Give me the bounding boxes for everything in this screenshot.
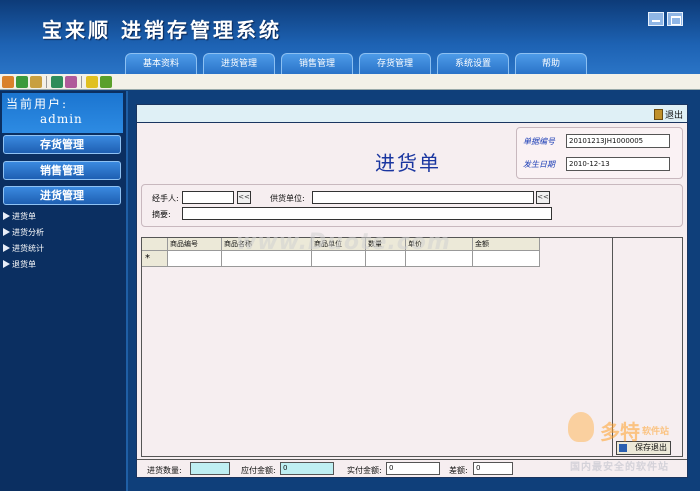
sidebar-section-sales[interactable]: 销售管理 (3, 161, 121, 180)
toolbar (0, 74, 700, 90)
current-user-name: admin (40, 112, 83, 126)
table-cell[interactable] (168, 251, 222, 267)
watermark-brand: 多特 (600, 420, 640, 444)
paid-label: 实付金额: (347, 466, 382, 475)
document-meta-box: 单据编号 20101213JH1000005 发生日期 2010-12-13 (516, 127, 683, 179)
summary-input[interactable] (182, 207, 552, 220)
watermark-tagline: 国内最安全的软件站 (570, 462, 669, 473)
panel-topbar: 退出 (137, 105, 687, 123)
people-icon[interactable] (51, 75, 63, 88)
maximize-icon[interactable] (667, 12, 683, 26)
watermark-brand-sub: 软件站 (642, 427, 670, 437)
page-title: 进货单 (375, 151, 441, 175)
qty-field[interactable] (190, 462, 230, 475)
arrow-icon (3, 260, 10, 268)
column-header[interactable]: 金额 (473, 238, 540, 251)
refresh-icon[interactable] (16, 75, 28, 88)
sidebar-section-inventory[interactable]: 存货管理 (3, 135, 121, 154)
new-row-marker: * (142, 251, 168, 267)
paid-field[interactable]: 0 (386, 462, 440, 475)
order-form: 经手人: << 供货单位: << 摘要: (141, 184, 683, 227)
date-field[interactable]: 2010-12-13 (566, 157, 670, 171)
arrow-icon (3, 212, 10, 220)
payable-label: 应付金额: (241, 466, 276, 475)
minimize-icon[interactable] (648, 12, 664, 26)
menu-settings[interactable]: 系统设置 (437, 53, 509, 74)
sidebar-list: 进货单 进货分析 进货统计 退货单 (3, 208, 44, 272)
menu-help[interactable]: 帮助 (515, 53, 587, 74)
home-icon[interactable] (2, 75, 14, 88)
sidebar-item-label: 退货单 (12, 259, 36, 269)
doc-no-label: 单据编号 (523, 137, 555, 146)
sidebar-item-label: 进货分析 (12, 227, 44, 237)
summary-label: 摘要: (152, 210, 171, 219)
items-grid: 商品编号 商品名称 商品单位 数量 单价 金额 * (141, 237, 613, 457)
star-icon[interactable] (86, 75, 98, 88)
exit-label: 退出 (664, 111, 683, 121)
arrow-icon (3, 244, 10, 252)
diff-label: 差额: (449, 466, 468, 475)
table-cell[interactable] (473, 251, 540, 267)
toolbar-divider (46, 75, 47, 88)
watermark-duote: www.Duote.com (236, 230, 451, 255)
mascot-icon (568, 412, 594, 442)
app-title: 宝来顺 进销存管理系统 (42, 18, 282, 42)
sidebar-item-purchase-analysis[interactable]: 进货分析 (3, 224, 44, 240)
header: 宝来顺 进销存管理系统 基本资料 进货管理 销售管理 存货管理 系统设置 帮助 (0, 0, 700, 74)
menu-sales[interactable]: 销售管理 (281, 53, 353, 74)
supplier-label: 供货单位: (270, 194, 305, 203)
edit-icon[interactable] (65, 75, 77, 88)
column-header[interactable]: 商品编号 (168, 238, 222, 251)
sidebar-item-return-order[interactable]: 退货单 (3, 256, 44, 272)
supplier-input[interactable] (312, 191, 534, 204)
toolbar-divider (81, 75, 82, 88)
payable-field[interactable]: 0 (280, 462, 334, 475)
sidebar-item-purchase-stats[interactable]: 进货统计 (3, 240, 44, 256)
handler-browse-button[interactable]: << (237, 191, 251, 204)
sidebar: 当前用户: admin 存货管理 销售管理 进货管理 进货单 进货分析 进货统计… (0, 91, 128, 491)
user-icon[interactable] (30, 75, 42, 88)
menu-bar: 基本资料 进货管理 销售管理 存货管理 系统设置 帮助 (125, 53, 587, 74)
grid-corner (142, 238, 168, 251)
handler-input[interactable] (182, 191, 234, 204)
tools-icon[interactable] (100, 75, 112, 88)
exit-button[interactable]: 退出 (653, 108, 683, 121)
date-label: 发生日期 (523, 160, 555, 169)
menu-purchase[interactable]: 进货管理 (203, 53, 275, 74)
diff-field[interactable]: 0 (473, 462, 513, 475)
sidebar-item-label: 进货统计 (12, 243, 44, 253)
doc-no-field[interactable]: 20101213JH1000005 (566, 134, 670, 148)
app-window: 宝来顺 进销存管理系统 基本资料 进货管理 销售管理 存货管理 系统设置 帮助 … (0, 0, 700, 491)
current-user-label: 当前用户: (6, 97, 69, 111)
menu-inventory[interactable]: 存货管理 (359, 53, 431, 74)
current-user-box: 当前用户: admin (2, 93, 123, 133)
handler-label: 经手人: (152, 194, 179, 203)
sidebar-item-purchase-order[interactable]: 进货单 (3, 208, 44, 224)
exit-door-icon (653, 109, 663, 120)
qty-label: 进货数量: (147, 466, 182, 475)
arrow-icon (3, 228, 10, 236)
sidebar-item-label: 进货单 (12, 211, 36, 221)
sidebar-section-purchase[interactable]: 进货管理 (3, 186, 121, 205)
menu-basic-data[interactable]: 基本资料 (125, 53, 197, 74)
supplier-browse-button[interactable]: << (536, 191, 550, 204)
